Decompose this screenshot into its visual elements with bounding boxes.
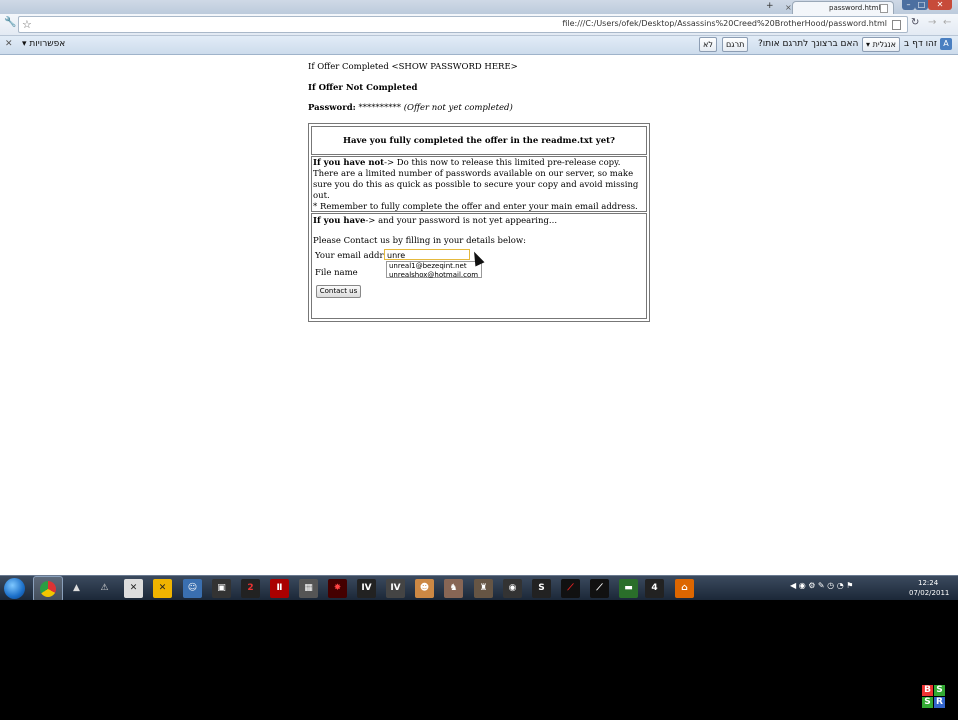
suggestion-item[interactable]: unrealshox@hotmail.com <box>389 271 481 280</box>
suggestion-item[interactable]: unreal1@bezeqint.net <box>389 262 481 271</box>
logo-letter: B <box>922 685 933 696</box>
game-icon[interactable]: 2 <box>241 579 260 598</box>
not-completed-cell: If you have not-> Do this now to release… <box>311 156 647 212</box>
password-value: ********** <box>355 103 404 113</box>
password-note: (Offer not yet completed) <box>403 103 513 113</box>
game-icon[interactable]: ♞ <box>444 579 463 598</box>
remember-note: * Remember to fully complete the offer a… <box>313 202 638 212</box>
clock-date[interactable]: 07/02/2011 <box>909 589 949 597</box>
new-tab-icon[interactable]: + <box>766 1 774 11</box>
tab-title: password.html <box>829 4 881 12</box>
have-label: If you have <box>313 216 366 226</box>
game-icon[interactable]: ▬ <box>619 579 638 598</box>
need-for-speed-icon[interactable]: ⟋ <box>561 579 580 598</box>
language-select[interactable]: ▾ אנגלית <box>862 37 901 52</box>
offer-completed-line: If Offer Completed <SHOW PASSWORD HERE> <box>308 62 518 72</box>
contact-us-button[interactable]: Contact us <box>316 285 361 298</box>
game-icon[interactable]: ✸ <box>328 579 347 598</box>
game-icon[interactable]: ☺ <box>183 579 202 598</box>
logo-letter: S <box>922 697 933 708</box>
taskbar: ▲ ⚠ ✕ ✕ ☺ ▣ 2 Ⅱ ▦ ✸ IV IV ☻ ♞ ♜ ◉ S ⟋ ⟋ … <box>0 575 958 600</box>
offer-not-completed-heading: If Offer Not Completed <box>308 83 418 93</box>
need-for-speed-icon[interactable]: ⟋ <box>590 579 609 598</box>
game-icon[interactable]: S <box>532 579 551 598</box>
options-dropdown[interactable]: ▾ אפשרויות <box>22 39 65 49</box>
chrome-icon[interactable] <box>33 576 63 600</box>
game-icon[interactable]: ⌂ <box>675 579 694 598</box>
tab-password[interactable]: × password.html <box>785 1 894 15</box>
screen: + × password.html – □ ✕ 🔧 ☆ file:///C:/U… <box>0 0 958 600</box>
offer-question: Have you fully completed the offer in th… <box>342 136 616 146</box>
minimize-icon[interactable]: – <box>902 0 915 10</box>
options-label: אפשרויות <box>29 39 66 49</box>
no-button[interactable]: לא <box>699 37 717 52</box>
translate-button[interactable]: תרגם <box>722 37 749 52</box>
gta-iv-icon[interactable]: IV <box>386 579 405 598</box>
game-icon[interactable]: Ⅱ <box>270 579 289 598</box>
tab-strip: + × password.html – □ ✕ <box>0 0 958 15</box>
gta-iv-icon[interactable]: IV <box>357 579 376 598</box>
not-label: If you have not <box>313 158 385 168</box>
game-icon[interactable]: ▦ <box>299 579 318 598</box>
channel-logo: B S S R <box>922 685 946 709</box>
maximize-icon[interactable]: □ <box>915 0 928 10</box>
email-field[interactable]: unre <box>384 249 470 260</box>
not-completed-text: If you have not-> Do this now to release… <box>313 158 641 202</box>
close-window-icon[interactable]: ✕ <box>928 0 952 10</box>
url-text: file:///C:/Users/ofek/Desktop/Assassins%… <box>562 19 887 28</box>
start-button[interactable] <box>4 578 25 599</box>
back-icon[interactable]: ← <box>943 17 951 28</box>
counter-strike-icon[interactable]: ✕ <box>124 579 143 598</box>
translate-question: ?האם ברצונך לתרגם אותו <box>758 39 859 49</box>
star-icon[interactable]: ☆ <box>22 17 32 32</box>
password-line: Password: ********** (Offer not yet comp… <box>308 103 513 113</box>
wrench-icon[interactable]: 🔧 <box>4 17 16 28</box>
game-icon[interactable]: ☻ <box>415 579 434 598</box>
translate-infobar: ✕ ▾ אפשרויות לא תרגם ?האם ברצונך לתרגם א… <box>0 36 958 55</box>
game-icon[interactable]: ◉ <box>503 579 522 598</box>
logo-letter: R <box>934 697 945 708</box>
address-bar[interactable]: ☆ file:///C:/Users/ofek/Desktop/Assassin… <box>18 16 908 33</box>
have-text: -> and your password is not yet appearin… <box>365 216 558 226</box>
left-4-dead-icon[interactable]: 4 <box>645 579 664 598</box>
assassin-logo-icon[interactable]: ▲ <box>67 579 86 598</box>
page-content: If Offer Completed <SHOW PASSWORD HERE> … <box>0 55 958 575</box>
document-icon <box>892 20 901 30</box>
browser-toolbar: 🔧 ☆ file:///C:/Users/ofek/Desktop/Assass… <box>0 14 958 36</box>
logo-letter: S <box>934 685 945 696</box>
autocomplete-list: unreal1@bezeqint.net unrealshox@hotmail.… <box>386 261 482 280</box>
password-label: Password: <box>308 103 356 113</box>
filename-label: File name <box>315 268 358 278</box>
forward-icon[interactable]: → <box>928 17 936 28</box>
offer-table: Have you fully completed the offer in th… <box>308 123 650 322</box>
system-tray-icons[interactable]: ◀ ◉ ⚙ ✎ ◷ ◔ ⚑ <box>790 581 853 590</box>
game-icon[interactable]: ▣ <box>212 579 231 598</box>
close-tab-icon[interactable]: × <box>785 3 792 12</box>
contact-cell: If you have-> and your password is not y… <box>311 213 647 319</box>
assassin-creed-icon[interactable]: ⚠ <box>95 579 114 598</box>
counter-strike-source-icon[interactable]: ✕ <box>153 579 172 598</box>
close-icon[interactable]: ✕ <box>5 39 13 49</box>
translate-icon: A <box>940 38 952 50</box>
language-label: אנגלית <box>872 40 897 49</box>
game-icon[interactable]: ♜ <box>474 579 493 598</box>
have-line: If you have-> and your password is not y… <box>313 216 557 226</box>
page-is-text: זהו דף ב <box>904 39 938 49</box>
question-cell: Have you fully completed the offer in th… <box>311 126 647 155</box>
page-icon <box>880 4 888 13</box>
clock-time[interactable]: 12:24 <box>918 579 938 587</box>
reload-icon[interactable]: ↻ <box>911 17 919 28</box>
please-contact-text: Please Contact us by filling in your det… <box>313 236 526 246</box>
